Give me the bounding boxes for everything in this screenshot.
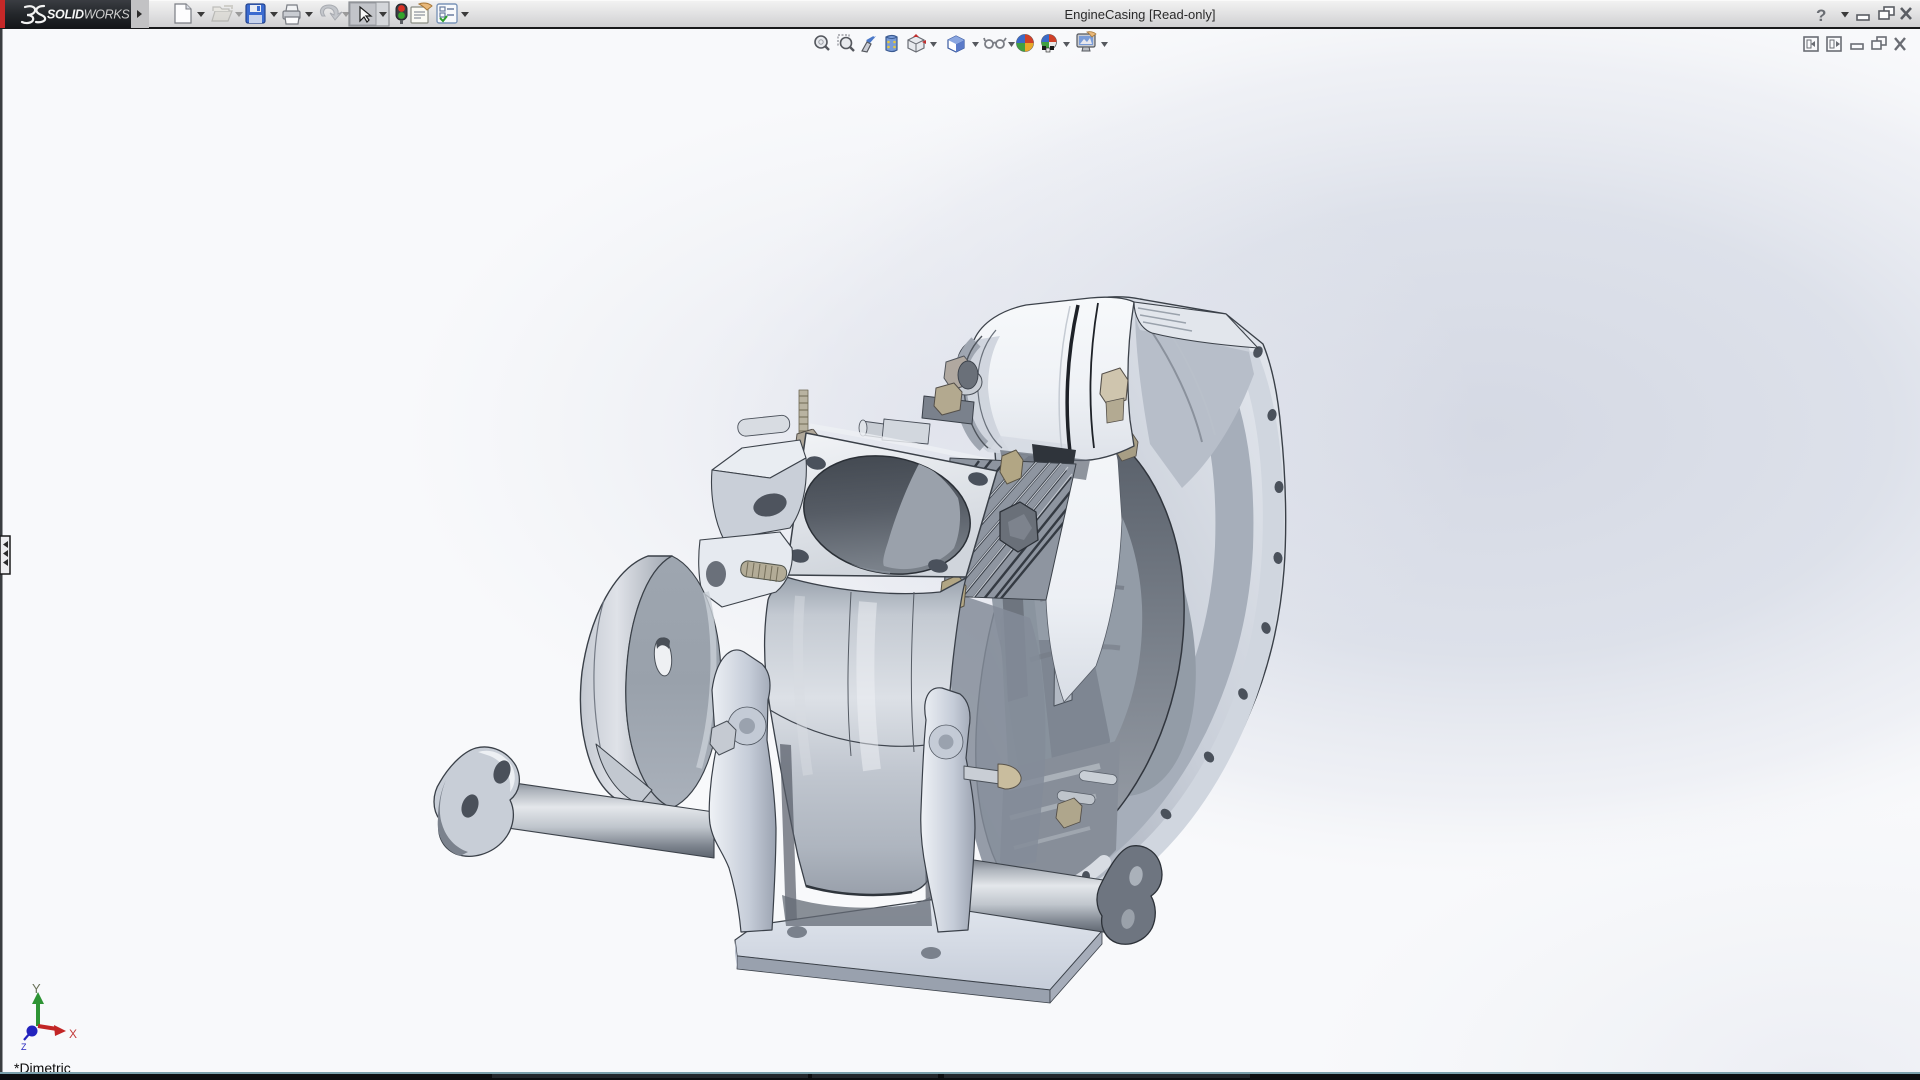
svg-text:X: X bbox=[69, 1027, 77, 1041]
svg-text:?: ? bbox=[1816, 6, 1826, 25]
svg-text:Y: Y bbox=[32, 981, 41, 996]
svg-text:Z: Z bbox=[21, 1042, 27, 1052]
svg-text:EngineCasing [Read-only]: EngineCasing [Read-only] bbox=[1064, 7, 1215, 22]
svg-text:SOLIDWORKS: SOLIDWORKS bbox=[47, 8, 130, 22]
